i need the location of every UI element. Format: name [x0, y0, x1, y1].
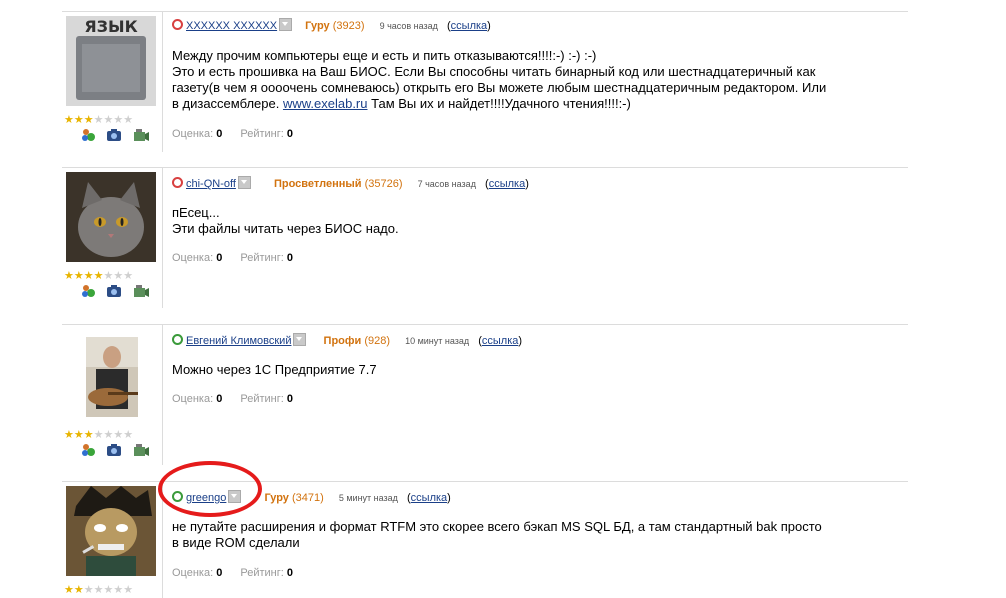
answer-text: Можно через 1С Предприятие 7.7 — [172, 362, 377, 377]
video-icon[interactable] — [133, 284, 149, 298]
avatar[interactable] — [66, 172, 156, 262]
avatar[interactable] — [66, 486, 156, 576]
answer-time: 9 часов назад — [379, 21, 438, 31]
permalink[interactable]: ссылка — [489, 178, 526, 190]
answer-text: Между прочим компьютеры еще и есть и пит… — [172, 48, 827, 111]
answer-meta: Оценка: 0 Рейтинг: 0 — [172, 252, 293, 264]
user-rank: Просветленный (35726) — [273, 178, 403, 190]
answer-meta: Оценка: 0 Рейтинг: 0 — [172, 393, 293, 405]
user-rank: Гуру (3923) — [305, 20, 365, 32]
permalink[interactable]: ссылка — [411, 492, 448, 504]
user-stars: ★★★★★★★ — [64, 114, 134, 126]
photo-icon[interactable] — [106, 284, 122, 298]
answer-meta: Оценка: 0 Рейтинг: 0 — [172, 128, 293, 140]
friends-icon[interactable] — [80, 443, 96, 457]
avatar-caption: ЯЗЫК — [84, 17, 137, 36]
mail-user-icon — [172, 19, 183, 30]
video-icon[interactable] — [133, 128, 149, 142]
author-column: ★★★★★★★ — [62, 168, 163, 308]
user-stars: ★★★★★★★ — [64, 270, 134, 282]
external-link[interactable]: www.exelab.ru — [283, 96, 368, 111]
user-stars: ★★★★★★★ — [64, 429, 134, 441]
answer-text: не путайте расширения и формат RTFM это … — [172, 519, 822, 550]
grade-value: 0 — [216, 567, 223, 579]
video-icon[interactable] — [133, 443, 149, 457]
photo-icon[interactable] — [106, 443, 122, 457]
user-stars: ★★★★★★★ — [64, 584, 134, 596]
answer-item: ЯЗЫК ★★★★★★★ XXXXXX XXXXXX Гуру (3923) 9… — [62, 11, 908, 162]
answer-time: 7 часов назад — [417, 179, 476, 189]
username-link[interactable]: chi-QN-off — [186, 178, 236, 190]
answer-header: Евгений Климовский Профи (928) 10 минут … — [172, 333, 522, 348]
answer-meta: Оценка: 0 Рейтинг: 0 — [172, 567, 293, 579]
grade-value: 0 — [216, 393, 223, 405]
user-rank: Профи (928) — [323, 335, 391, 347]
user-menu-dropdown[interactable] — [293, 333, 307, 346]
answer-text: пЕсец... Эти файлы читать через БИОС над… — [172, 205, 399, 236]
username-link[interactable]: Евгений Климовский — [186, 335, 291, 347]
author-column: ЯЗЫК ★★★★★★★ — [62, 12, 163, 152]
user-menu-dropdown[interactable] — [279, 18, 293, 31]
answer-header: XXXXXX XXXXXX Гуру (3923) 9 часов назад … — [172, 18, 491, 33]
permalink[interactable]: ссылка — [482, 335, 519, 347]
author-column: ★★★★★★★ — [62, 482, 163, 598]
rating-value: 0 — [286, 567, 293, 579]
answer-time: 10 минут назад — [405, 336, 470, 346]
mail-user-icon — [172, 177, 183, 188]
friends-icon[interactable] — [80, 128, 96, 142]
answer-item: ★★★★★★★ Евгений Климовский Профи (928) 1… — [62, 324, 908, 475]
friends-icon[interactable] — [80, 284, 96, 298]
grade-value: 0 — [216, 252, 223, 264]
author-column: ★★★★★★★ — [62, 325, 163, 465]
rating-value: 0 — [286, 393, 293, 405]
photo-icon[interactable] — [106, 128, 122, 142]
user-rank: Гуру (3471) — [264, 492, 324, 504]
user-menu-dropdown[interactable] — [237, 176, 251, 189]
agent-user-icon — [172, 334, 183, 345]
username-link[interactable]: XXXXXX XXXXXX — [186, 20, 277, 32]
rating-value: 0 — [286, 128, 293, 140]
grade-value: 0 — [216, 128, 223, 140]
answer-header: chi-QN-off Просветленный (35726) 7 часов… — [172, 176, 529, 191]
highlight-circle — [158, 461, 262, 517]
answer-item: ★★★★★★★ chi-QN-off Просветленный (35726)… — [62, 167, 908, 318]
permalink[interactable]: ссылка — [451, 20, 488, 32]
answer-time: 5 минут назад — [338, 493, 398, 503]
avatar[interactable] — [86, 337, 138, 417]
rating-value: 0 — [286, 252, 293, 264]
avatar[interactable]: ЯЗЫК — [66, 16, 156, 106]
